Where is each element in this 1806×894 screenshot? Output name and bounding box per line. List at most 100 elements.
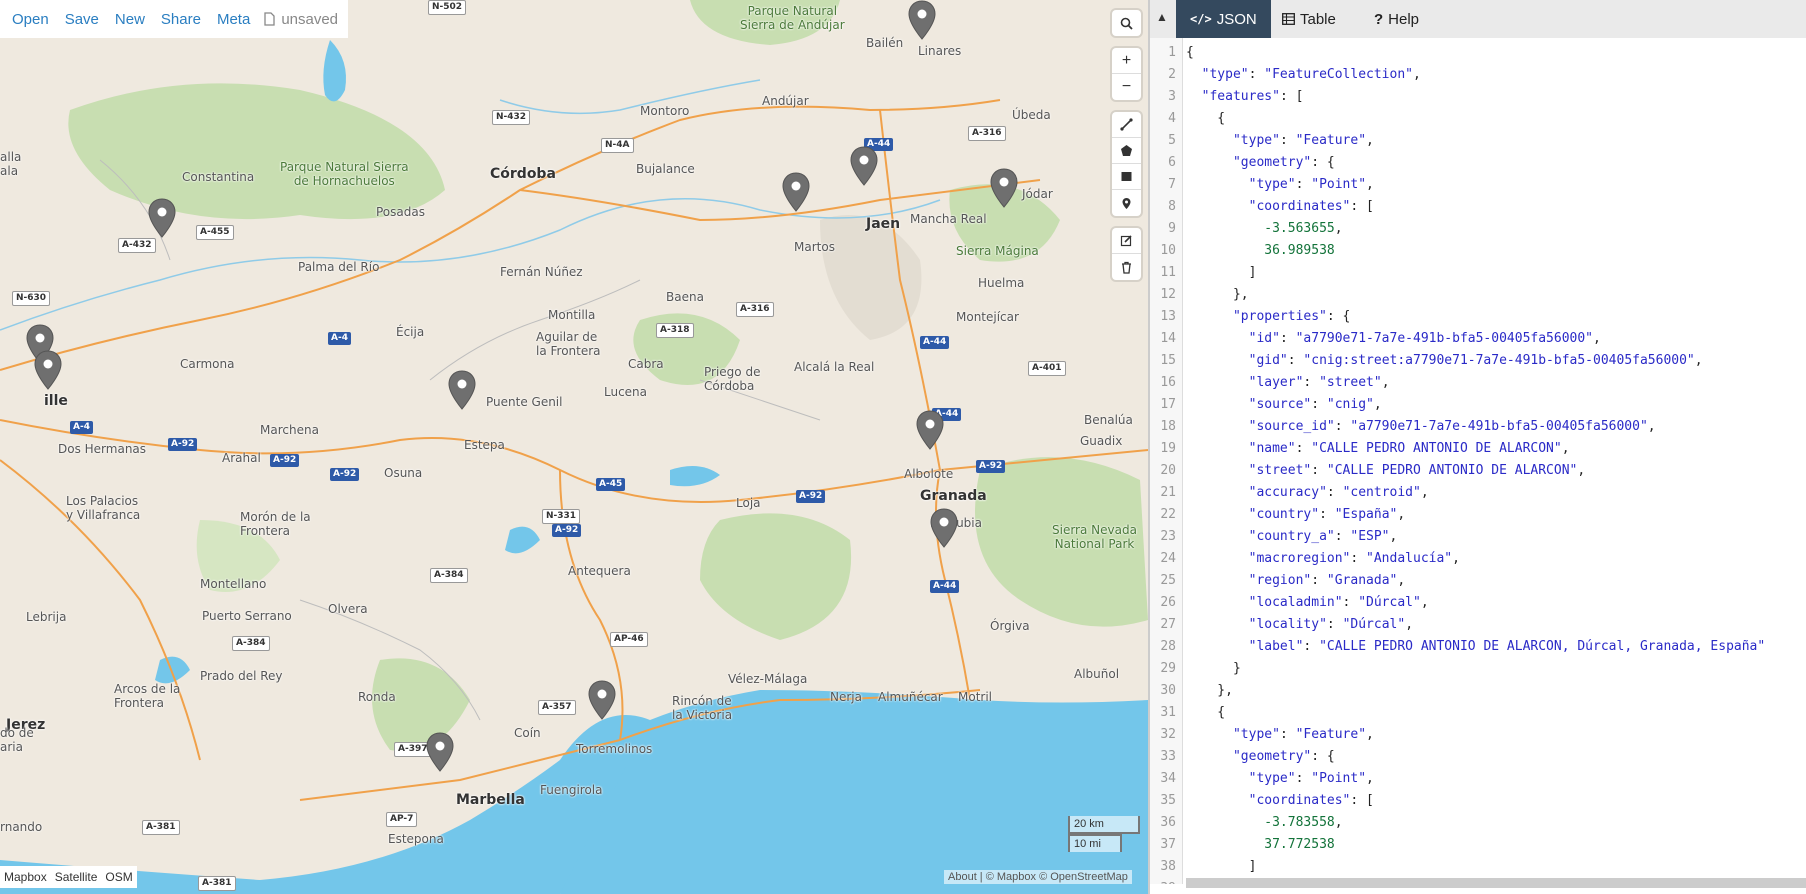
feature-marker[interactable] bbox=[147, 198, 177, 238]
code-line[interactable]: "country_a": "ESP", bbox=[1186, 526, 1398, 548]
feature-marker[interactable] bbox=[447, 370, 477, 410]
feature-marker[interactable] bbox=[33, 350, 63, 390]
code-token: "gid" bbox=[1248, 353, 1288, 368]
basemap-mapbox[interactable]: Mapbox bbox=[0, 866, 51, 888]
open-menu-button[interactable]: Open bbox=[4, 11, 57, 28]
feature-marker[interactable] bbox=[915, 410, 945, 450]
json-editor[interactable]: 1 2 3 4 5 6 7 8 9 10 11 12 13 14 15 16 17 18 19 20 21 22 23 24 2… bbox=[1150, 38, 1806, 884]
tab-table[interactable]: Table bbox=[1268, 0, 1350, 38]
feature-marker[interactable] bbox=[781, 172, 811, 212]
zoom-control: + − bbox=[1112, 48, 1141, 100]
code-line[interactable]: "type": "Feature", bbox=[1186, 130, 1374, 152]
code-line[interactable]: "geometry": { bbox=[1186, 746, 1335, 768]
feature-marker[interactable] bbox=[849, 146, 879, 186]
code-line[interactable]: "geometry": { bbox=[1186, 152, 1335, 174]
panel-tab-bar: ▲ </> JSON Table ? Help bbox=[1150, 0, 1806, 38]
draw-rectangle-button[interactable] bbox=[1112, 164, 1141, 190]
line-number: 37 bbox=[1160, 837, 1176, 852]
code-line[interactable]: "street": "CALLE PEDRO ANTONIO DE ALARCO… bbox=[1186, 460, 1586, 482]
code-line[interactable]: "properties": { bbox=[1186, 306, 1350, 328]
edit-layers-button[interactable] bbox=[1112, 228, 1141, 254]
line-number: 24 bbox=[1160, 551, 1176, 566]
code-line[interactable]: -3.563655, bbox=[1186, 218, 1342, 240]
line-number: 17 bbox=[1160, 397, 1176, 412]
tab-help-label: Help bbox=[1388, 10, 1420, 28]
code-line[interactable]: 36.989538 bbox=[1186, 240, 1334, 262]
draw-line-button[interactable] bbox=[1112, 112, 1141, 138]
code-token: -3.563655 bbox=[1264, 221, 1335, 236]
place-label: Sierra Mágina bbox=[956, 244, 1039, 258]
code-line[interactable]: ] bbox=[1186, 856, 1257, 878]
new-menu-button[interactable]: New bbox=[107, 11, 153, 28]
search-button[interactable] bbox=[1112, 10, 1141, 36]
draw-marker-button[interactable] bbox=[1112, 190, 1141, 216]
line-number: 2 bbox=[1168, 67, 1176, 82]
mapbox-attribution-link[interactable]: © Mapbox bbox=[986, 871, 1036, 883]
code-line[interactable]: "accuracy": "centroid", bbox=[1186, 482, 1429, 504]
code-line[interactable]: "locality": "Dúrcal", bbox=[1186, 614, 1413, 636]
code-line[interactable]: "label": "CALLE PEDRO ANTONIO DE ALARCON… bbox=[1186, 636, 1766, 658]
collapse-panel-button[interactable]: ▲ bbox=[1156, 10, 1168, 24]
code-line[interactable]: "region": "Granada", bbox=[1186, 570, 1406, 592]
feature-marker[interactable] bbox=[587, 680, 617, 720]
line-number: 9 bbox=[1168, 221, 1176, 236]
code-line[interactable]: { bbox=[1186, 702, 1225, 724]
code-line[interactable]: ] bbox=[1186, 262, 1257, 284]
tab-help[interactable]: ? Help bbox=[1360, 0, 1433, 38]
code-line[interactable]: { bbox=[1186, 42, 1194, 64]
code-line[interactable]: "type": "FeatureCollection", bbox=[1186, 64, 1421, 86]
code-token: "centroid" bbox=[1342, 485, 1421, 500]
zoom-out-button[interactable]: − bbox=[1112, 74, 1141, 100]
place-label: Fernán Núñez bbox=[500, 265, 583, 279]
code-line[interactable]: -3.783558, bbox=[1186, 812, 1342, 834]
draw-polygon-button[interactable] bbox=[1112, 138, 1141, 164]
code-token: : bbox=[1326, 485, 1343, 500]
map-view[interactable]: N-502 Parque Natural Sierra de Andújar Lin… bbox=[0, 0, 1148, 894]
basemap-satellite[interactable]: Satellite bbox=[51, 866, 102, 888]
road-shield-label: A-384 bbox=[430, 568, 468, 583]
map-pin-icon bbox=[148, 198, 176, 238]
osm-attribution-link[interactable]: © OpenStreetMap bbox=[1039, 871, 1128, 883]
feature-marker[interactable] bbox=[425, 732, 455, 772]
about-link[interactable]: About bbox=[948, 871, 977, 883]
meta-menu-button[interactable]: Meta bbox=[209, 11, 258, 28]
feature-marker[interactable] bbox=[989, 168, 1019, 208]
code-line[interactable]: "coordinates": [ bbox=[1186, 790, 1374, 812]
feature-marker[interactable] bbox=[907, 0, 937, 40]
delete-layers-button[interactable] bbox=[1112, 254, 1141, 280]
code-line[interactable]: } bbox=[1186, 658, 1241, 680]
file-menu-bar: Open Save New Share Meta unsaved bbox=[0, 0, 349, 38]
code-line[interactable]: "type": "Feature", bbox=[1186, 724, 1374, 746]
code-line[interactable]: "type": "Point", bbox=[1186, 768, 1374, 790]
place-label: Prado del Rey bbox=[200, 669, 283, 683]
code-line[interactable]: "macroregion": "Andalucía", bbox=[1186, 548, 1460, 570]
horizontal-scrollbar[interactable] bbox=[1186, 878, 1806, 888]
code-line[interactable]: "name": "CALLE PEDRO ANTONIO DE ALARCON"… bbox=[1186, 438, 1570, 460]
code-token: "street" bbox=[1319, 375, 1382, 390]
code-line[interactable]: "id": "a7790e71-7a7e-491b-bfa5-00405fa56… bbox=[1186, 328, 1601, 350]
code-token: "Granada" bbox=[1326, 573, 1398, 588]
code-line[interactable]: 37.772538 bbox=[1186, 834, 1334, 856]
share-menu-button[interactable]: Share bbox=[153, 11, 209, 28]
code-line[interactable]: "layer": "street", bbox=[1186, 372, 1390, 394]
code-line[interactable]: "source": "cnig", bbox=[1186, 394, 1382, 416]
feature-marker[interactable] bbox=[929, 508, 959, 548]
code-line[interactable]: "features": [ bbox=[1186, 86, 1304, 108]
code-line[interactable]: "localadmin": "Dúrcal", bbox=[1186, 592, 1429, 614]
search-icon bbox=[1120, 17, 1133, 30]
code-line[interactable]: }, bbox=[1186, 284, 1249, 306]
code-line[interactable]: "gid": "cnig:street:a7790e71-7a7e-491b-b… bbox=[1186, 350, 1703, 372]
tab-json[interactable]: </> JSON bbox=[1176, 0, 1271, 38]
zoom-in-button[interactable]: + bbox=[1112, 48, 1141, 74]
save-menu-button[interactable]: Save bbox=[57, 11, 107, 28]
code-line[interactable]: "coordinates": [ bbox=[1186, 196, 1374, 218]
basemap-osm[interactable]: OSM bbox=[101, 866, 136, 888]
code-line[interactable]: }, bbox=[1186, 680, 1233, 702]
line-number: 15 bbox=[1160, 353, 1176, 368]
code-line[interactable]: "country": "España", bbox=[1186, 504, 1406, 526]
code-line[interactable]: "type": "Point", bbox=[1186, 174, 1374, 196]
code-line[interactable]: "source_id": "a7790e71-7a7e-491b-bfa5-00… bbox=[1186, 416, 1656, 438]
code-line[interactable]: { bbox=[1186, 108, 1225, 130]
line-number: 23 bbox=[1160, 529, 1176, 544]
